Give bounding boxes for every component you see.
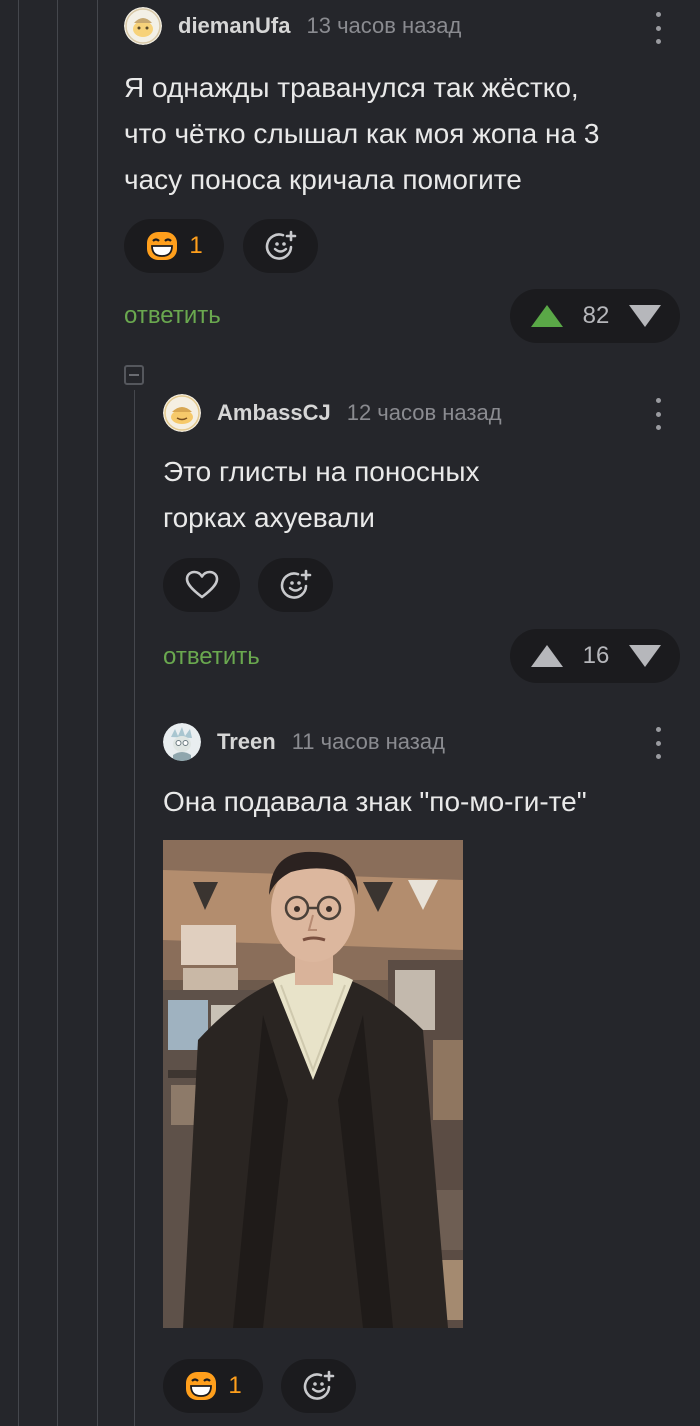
user-avatar[interactable] xyxy=(124,7,162,45)
comment-time: 12 часов назад xyxy=(346,400,502,425)
comment-time: 11 часов назад xyxy=(291,729,445,754)
username[interactable]: Treen xyxy=(217,729,276,755)
reply-link[interactable]: ответить xyxy=(124,302,221,330)
reaction-count: 1 xyxy=(228,1372,242,1399)
thread-line xyxy=(134,390,135,1426)
user-avatar[interactable] xyxy=(163,723,201,761)
rating-value: 16 xyxy=(582,642,610,669)
comment-text-line: часу поноса кричала помогите xyxy=(124,164,522,195)
comment-text-line: Она подавала знак "по-мо-ги-те" xyxy=(163,786,587,817)
more-options-icon[interactable] xyxy=(646,10,670,46)
add-emoji-icon xyxy=(265,230,296,260)
comment-text: Она подавала знак "по-мо-ги-те" xyxy=(163,779,587,825)
comment-text-line: Я однажды траванулся так жёстко, xyxy=(124,72,579,103)
downvote-icon[interactable] xyxy=(628,303,662,329)
comment-text-line: горках ахуевали xyxy=(163,502,375,533)
comment-text-line: что чётко слышал как моя жопа на 3 xyxy=(124,118,600,149)
upvote-icon[interactable] xyxy=(530,303,564,329)
rating-control: 16 xyxy=(510,629,680,683)
thread-line xyxy=(18,0,19,1426)
comment-text: Это глисты на поносных горках ахуевали xyxy=(163,449,479,541)
add-reaction-button[interactable] xyxy=(281,1359,356,1413)
thread-line xyxy=(57,0,58,1426)
like-button[interactable] xyxy=(163,558,240,612)
heart-icon xyxy=(185,570,218,599)
add-reaction-button[interactable] xyxy=(243,219,318,273)
more-options-icon[interactable] xyxy=(646,725,670,761)
laughing-emoji-icon xyxy=(147,232,178,260)
add-emoji-icon xyxy=(280,569,311,599)
reply-link[interactable]: ответить xyxy=(163,643,260,671)
username[interactable]: diemanUfa xyxy=(178,13,290,39)
rating-value: 82 xyxy=(582,302,610,329)
thread-line xyxy=(97,0,98,1426)
downvote-icon[interactable] xyxy=(628,643,662,669)
upvote-icon[interactable] xyxy=(530,643,564,669)
username[interactable]: AmbassCJ xyxy=(217,400,331,426)
laughing-emoji-icon xyxy=(186,1372,217,1400)
comment-text-line: Это глисты на поносных xyxy=(163,456,480,487)
comment-text: Я однажды траванулся так жёстко, что чёт… xyxy=(124,65,599,203)
rating-control: 82 xyxy=(510,289,680,343)
more-options-icon[interactable] xyxy=(646,396,670,432)
reaction-button[interactable]: 1 xyxy=(124,219,224,273)
add-reaction-button[interactable] xyxy=(258,558,333,612)
comment-image[interactable] xyxy=(163,840,463,1328)
reaction-button[interactable]: 1 xyxy=(163,1359,263,1413)
comment-time: 13 часов назад xyxy=(306,13,462,38)
add-emoji-icon xyxy=(303,1370,334,1400)
reaction-count: 1 xyxy=(189,232,203,259)
collapse-thread-button[interactable] xyxy=(124,365,144,385)
user-avatar[interactable] xyxy=(163,394,201,432)
